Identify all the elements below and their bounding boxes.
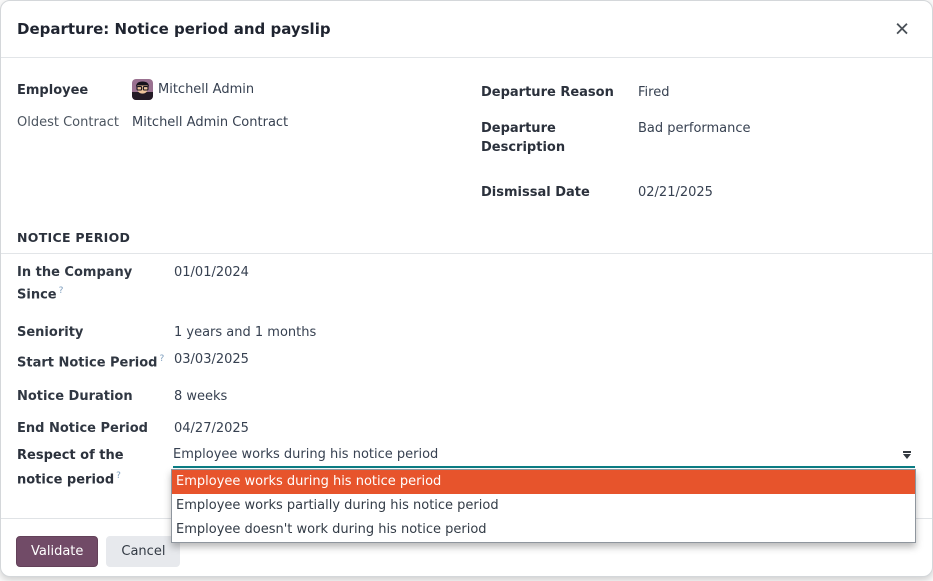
notice-duration-value: 8 weeks (174, 387, 227, 406)
modal-header: Departure: Notice period and payslip × (1, 1, 932, 58)
end-notice-period-label: End Notice Period (17, 419, 174, 438)
start-notice-period-label: Start Notice Period? (17, 350, 174, 372)
departure-modal: Departure: Notice period and payslip × E… (0, 0, 933, 577)
validate-button[interactable]: Validate (16, 536, 98, 567)
close-button[interactable]: × (886, 13, 918, 45)
departure-reason-label: Departure Reason (481, 83, 638, 102)
oldest-contract-link[interactable]: Mitchell Admin Contract (132, 113, 288, 132)
seniority-label: Seniority (17, 323, 174, 342)
departure-description-label: Departure Description (481, 119, 638, 157)
footer-buttons: Validate Cancel (16, 536, 180, 567)
oldest-contract-label: Oldest Contract (17, 113, 132, 132)
departure-reason-value: Fired (638, 83, 669, 102)
dialog-title: Departure: Notice period and payslip (17, 20, 331, 38)
help-icon: ? (59, 286, 64, 296)
select-option-works-partially[interactable]: Employee works partially during his noti… (172, 494, 915, 518)
respect-notice-select[interactable]: Employee works during his notice period (173, 444, 915, 468)
employee-group: Employee Mitchell Admin Oldest Contract (17, 81, 457, 145)
start-notice-period-value[interactable]: 03/03/2025 (174, 350, 249, 369)
departure-description-row: Departure Description Bad performance (481, 119, 921, 157)
cancel-button[interactable]: Cancel (106, 536, 180, 567)
dismissal-date-row: Dismissal Date 02/21/2025 (481, 183, 921, 202)
dropdown-caret-icon (902, 450, 912, 460)
seniority-value: 1 years and 1 months (174, 323, 316, 342)
departure-reason-row: Departure Reason Fired (481, 83, 921, 102)
employee-avatar-icon (132, 79, 153, 100)
notice-duration-label: Notice Duration (17, 387, 174, 406)
help-icon: ? (116, 471, 121, 481)
seniority-row: Seniority 1 years and 1 months (17, 323, 477, 342)
help-icon: ? (159, 354, 164, 364)
dismissal-date-label: Dismissal Date (481, 183, 638, 202)
departure-group: Departure Reason Fired Departure Descrip… (481, 83, 921, 219)
notice-period-section-heading: NOTICE PERIOD (1, 230, 932, 254)
in-company-since-label: In the Company Since? (17, 263, 174, 304)
end-notice-period-row: End Notice Period 04/27/2025 (17, 419, 477, 438)
close-icon: × (895, 15, 910, 43)
end-notice-period-value[interactable]: 04/27/2025 (174, 419, 249, 438)
employee-row: Employee Mitchell Admin (17, 81, 457, 100)
notice-duration-row: Notice Duration 8 weeks (17, 387, 477, 406)
employee-name[interactable]: Mitchell Admin (158, 80, 254, 99)
notice-period-fields: In the Company Since? 01/01/2024 Seniori… (17, 263, 477, 452)
respect-notice-label: Respect of the notice period? (17, 446, 169, 490)
in-company-since-value[interactable]: 01/01/2024 (174, 263, 249, 282)
select-option-works[interactable]: Employee works during his notice period (172, 470, 915, 494)
departure-description-value[interactable]: Bad performance (638, 119, 751, 138)
start-notice-period-row: Start Notice Period? 03/03/2025 (17, 350, 477, 372)
respect-notice-dropdown: Employee works during his notice period … (171, 469, 916, 543)
employee-value: Mitchell Admin (132, 79, 254, 100)
respect-notice-selected-value: Employee works during his notice period (173, 447, 438, 462)
employee-label: Employee (17, 81, 132, 100)
in-company-since-row: In the Company Since? 01/01/2024 (17, 263, 477, 304)
dismissal-date-value[interactable]: 02/21/2025 (638, 183, 713, 202)
select-option-doesnt-work[interactable]: Employee doesn't work during his notice … (172, 518, 915, 542)
oldest-contract-row: Oldest Contract Mitchell Admin Contract (17, 113, 457, 132)
